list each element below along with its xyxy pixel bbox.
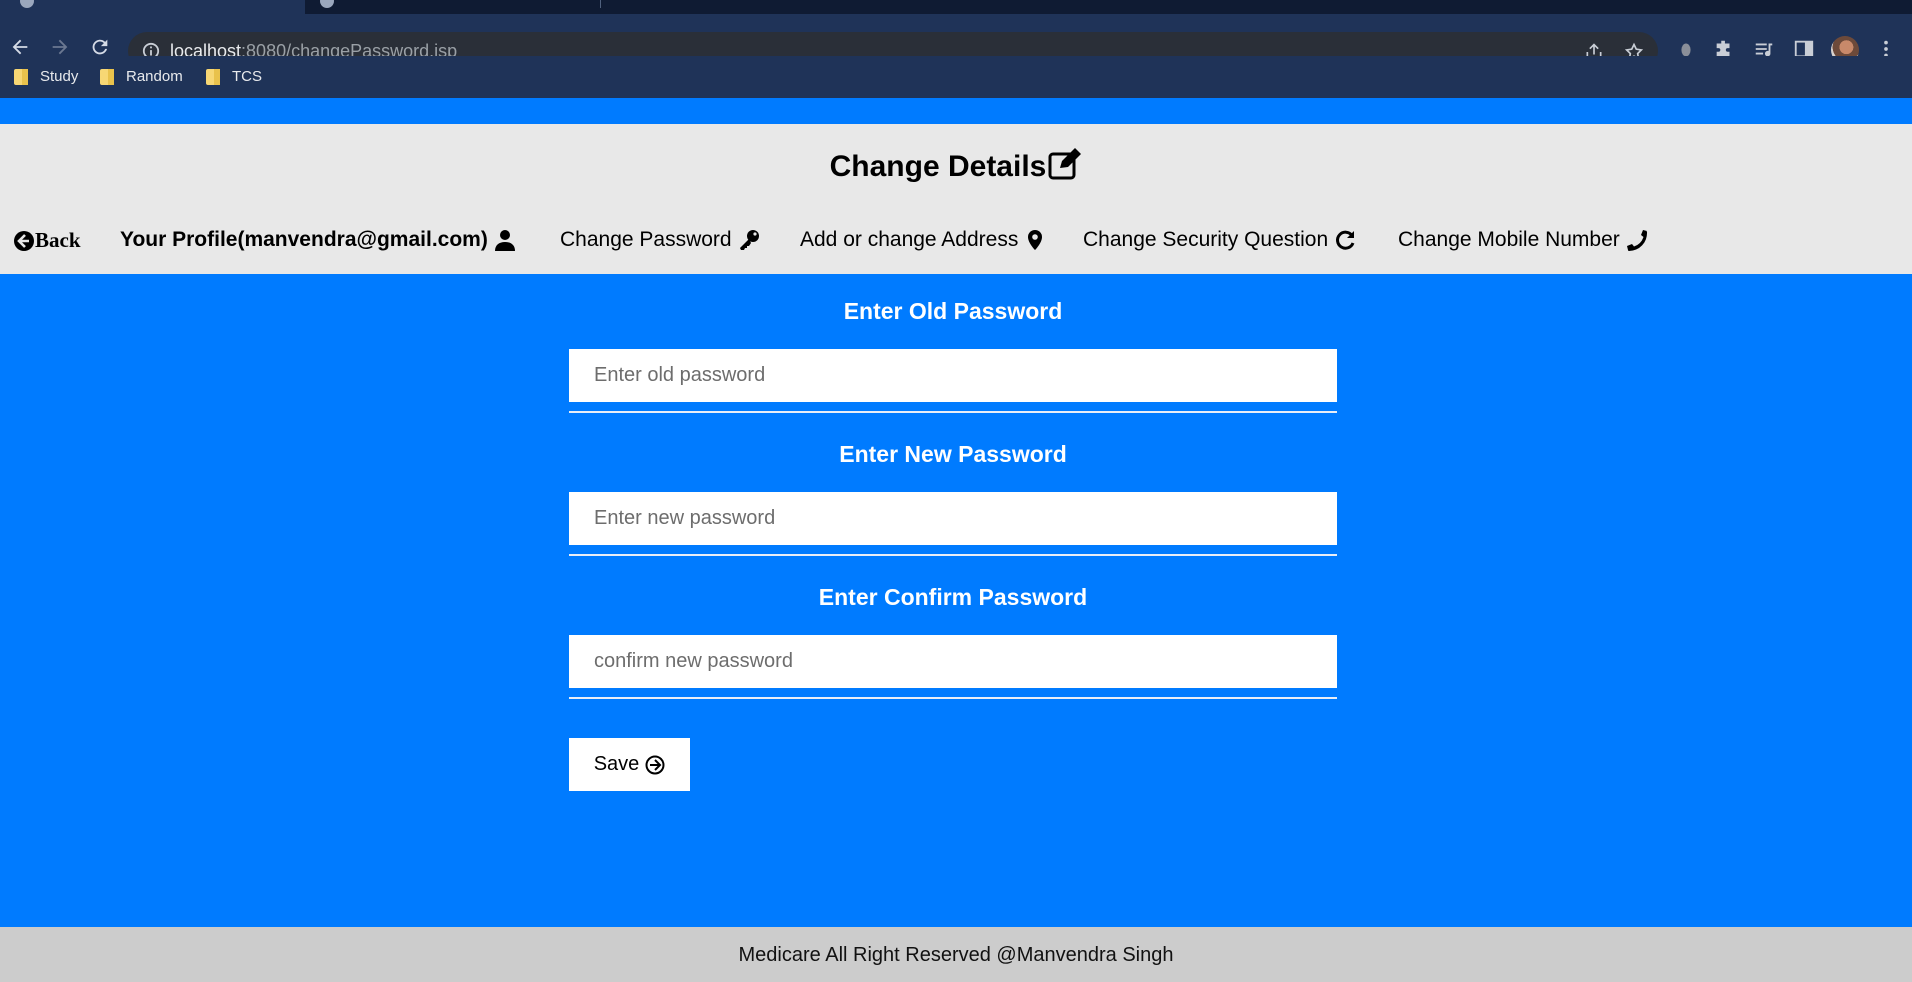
nav-security-label: Change Security Question [1083, 228, 1329, 251]
old-password-input[interactable] [569, 349, 1337, 402]
change-password-form: Enter Old Password Enter New Password En… [569, 298, 1337, 727]
nav-address-label: Add or change Address [800, 228, 1019, 251]
bookmark-study[interactable]: Study [14, 68, 78, 85]
top-band [0, 98, 1912, 124]
divider [569, 697, 1337, 699]
back-label: Back [35, 228, 81, 252]
page-body: Change Details Back Your Profile(manvend… [0, 98, 1912, 982]
map-marker-icon [1028, 230, 1043, 250]
nav-address[interactable]: Add or change Address [800, 228, 1046, 252]
confirm-password-input[interactable] [569, 635, 1337, 688]
save-button[interactable]: Save [569, 738, 690, 791]
edit-icon [1048, 148, 1082, 180]
bookmark-label: Random [126, 68, 183, 85]
tab-separator [600, 0, 601, 8]
page-title-text: Change Details [829, 150, 1047, 183]
nav-change-password-label: Change Password [560, 228, 732, 251]
bookmark-label: Study [40, 68, 79, 85]
key-icon [739, 230, 759, 250]
nav-security-question[interactable]: Change Security Question [1083, 228, 1356, 252]
old-password-label: Enter Old Password [843, 298, 1063, 324]
details-nav: Back Your Profile(manvendra@gmail.com) C… [0, 228, 1912, 262]
tab-favicon-icon [320, 0, 334, 8]
browser-tab-active[interactable] [0, 0, 305, 14]
confirm-password-label: Enter Confirm Password [818, 584, 1088, 610]
new-password-label: Enter New Password [839, 441, 1067, 467]
footer-text: Medicare All Right Reserved @Manvendra S… [738, 944, 1174, 966]
save-button-label: Save [593, 753, 640, 775]
nav-profile-label: Your Profile(manvendra@gmail.com) [120, 228, 488, 251]
user-icon [494, 230, 515, 251]
phone-icon [1626, 230, 1647, 251]
divider [569, 411, 1337, 413]
refresh-icon [1336, 230, 1355, 250]
page-header: Change Details Back Your Profile(manvend… [0, 124, 1912, 274]
new-password-input[interactable] [569, 492, 1337, 545]
browser-tab-strip [0, 0, 1912, 14]
bookmark-label: TCS [232, 68, 262, 85]
folder-icon [206, 68, 220, 85]
circle-arrow-left-icon [14, 230, 34, 251]
nav-mobile-label: Change Mobile Number [1398, 228, 1620, 251]
nav-change-password[interactable]: Change Password [560, 228, 760, 252]
bookmark-random[interactable]: Random [100, 68, 183, 85]
divider [569, 554, 1337, 556]
page-footer: Medicare All Right Reserved @Manvendra S… [0, 927, 1912, 982]
folder-icon [100, 68, 114, 85]
tab-favicon-icon [20, 0, 34, 8]
bookmarks-bar: Study Random TCS [0, 56, 1912, 98]
reload-icon[interactable] [89, 36, 111, 58]
nav-mobile-number[interactable]: Change Mobile Number [1398, 228, 1648, 252]
back-link[interactable]: Back [13, 228, 81, 253]
back-arrow-icon[interactable] [9, 36, 31, 58]
nav-profile[interactable]: Your Profile(manvendra@gmail.com) [120, 228, 516, 252]
folder-icon [14, 68, 28, 85]
forward-arrow-icon[interactable] [49, 36, 71, 58]
bookmark-tcs[interactable]: TCS [206, 68, 262, 85]
circle-arrow-right-icon [645, 755, 665, 774]
page-title: Change Details [0, 148, 1912, 184]
